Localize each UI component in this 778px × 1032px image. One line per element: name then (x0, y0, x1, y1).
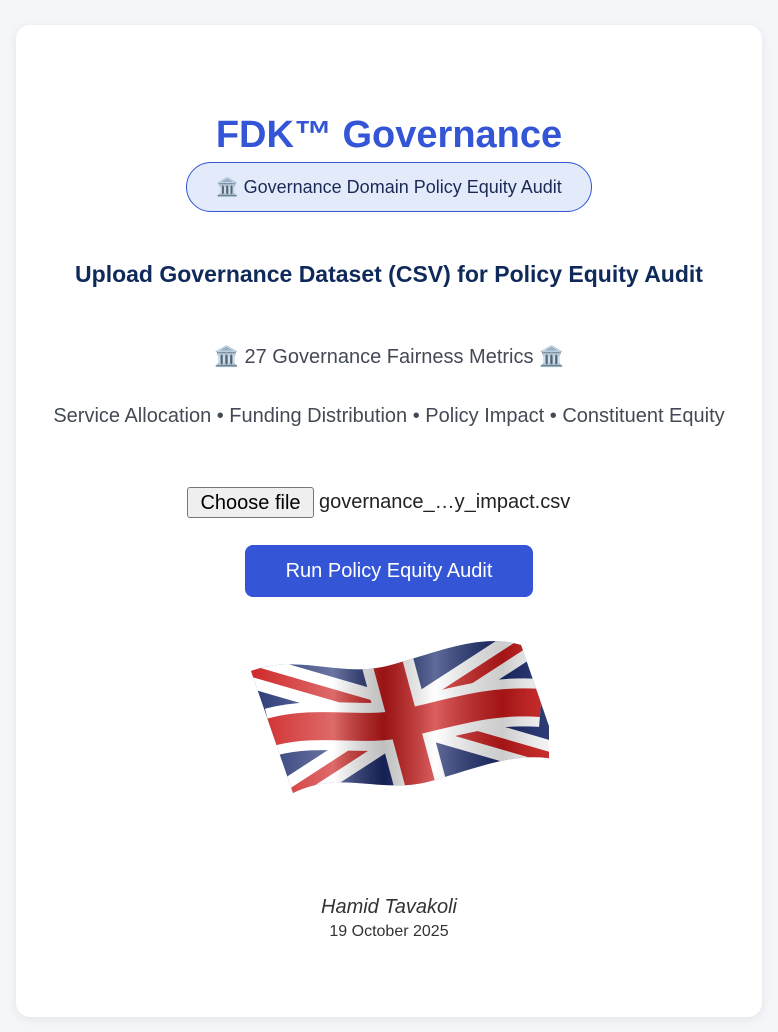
author-name: Hamid Tavakoli (321, 896, 457, 918)
domain-badge-label: Governance Domain Policy Equity Audit (243, 177, 562, 197)
choose-file-button[interactable]: Choose file (187, 487, 314, 518)
file-input[interactable]: Choose file governance_…y_impact.csv (16, 487, 762, 519)
main-card: FDK™ Governance 🏛️ Governance Domain Pol… (16, 25, 762, 1017)
selected-file-name: governance_…y_impact.csv (319, 491, 571, 513)
building-icon: 🏛️ (539, 344, 564, 368)
domain-badge: 🏛️ Governance Domain Policy Equity Audit (186, 162, 592, 212)
publication-date: 19 October 2025 (329, 923, 449, 940)
building-icon: 🏛️ (214, 344, 239, 368)
upload-heading: Upload Governance Dataset (CSV) for Poli… (75, 261, 703, 287)
page-title: FDK™ Governance (215, 114, 563, 156)
categories-text: Service Allocation • Funding Distributio… (53, 405, 725, 427)
metrics-line: 🏛️ 27 Governance Fairness Metrics 🏛️ (16, 343, 762, 370)
union-jack-flag-icon (251, 641, 549, 793)
metrics-label: 27 Governance Fairness Metrics (244, 346, 534, 368)
building-icon: 🏛️ (216, 177, 239, 198)
run-audit-button[interactable]: Run Policy Equity Audit (245, 545, 533, 597)
